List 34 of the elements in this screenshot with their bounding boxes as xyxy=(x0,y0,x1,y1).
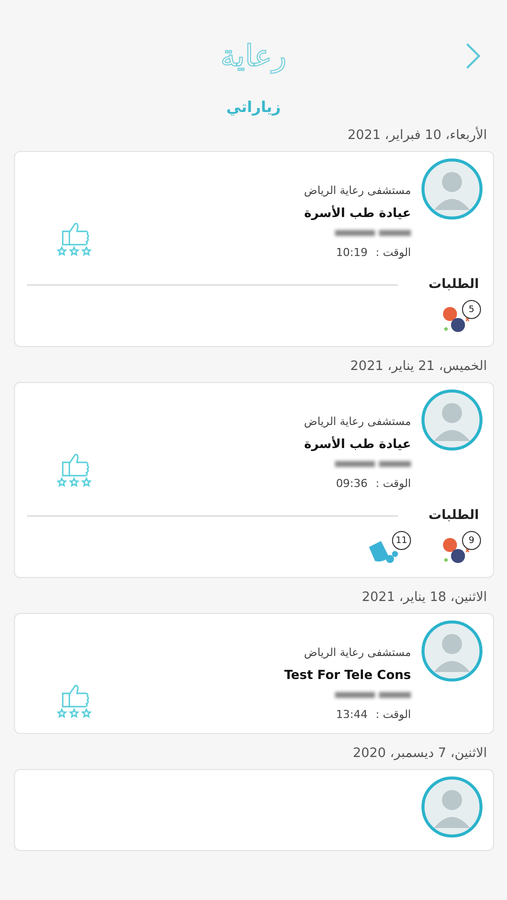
back-chevron-icon[interactable] xyxy=(465,42,481,70)
pills-icon[interactable] xyxy=(441,535,471,565)
visit-date: الاثنين، 18 يناير، 2021 xyxy=(360,589,488,607)
thumbs-up-stars-icon[interactable] xyxy=(57,682,95,718)
clinic-name: عيادة طب الأسرة xyxy=(304,436,411,451)
thumbs-up-stars-icon[interactable] xyxy=(57,451,95,487)
hospital-name: مستشفى رعاية الرياض xyxy=(304,646,411,659)
count-badge: 5 xyxy=(462,300,481,319)
visit-time: 13:44 xyxy=(336,708,368,721)
visit-date: الاثنين، 7 ديسمبر، 2020 xyxy=(352,745,488,763)
visit-date: الأربعاء، 10 فبراير، 2021 xyxy=(346,126,488,145)
requests-label: الطلبات xyxy=(427,508,480,523)
count-badge: 9 xyxy=(462,531,481,550)
time-label: الوقت : xyxy=(376,477,411,490)
hospital-name: مستشفى رعاية الرياض xyxy=(304,184,411,197)
visit-time: 10:19 xyxy=(336,246,368,259)
visit-time: 09:36 xyxy=(336,477,368,490)
requests-label: الطلبات xyxy=(427,277,480,292)
time-label: الوقت : xyxy=(376,708,411,721)
clinic-name: Test For Tele Cons xyxy=(284,667,411,682)
app-logo: رعاية xyxy=(220,38,286,74)
count-badge: 11 xyxy=(392,531,411,550)
avatar xyxy=(421,776,483,838)
visit-date: الخميس، 21 يناير، 2021 xyxy=(349,358,488,376)
avatar xyxy=(421,389,483,451)
avatar xyxy=(421,158,483,220)
clinic-name: عيادة طب الأسرة xyxy=(304,205,411,220)
visit-card[interactable] xyxy=(14,769,494,851)
page-title: زياراتي xyxy=(225,98,282,116)
hospital-name: مستشفى رعاية الرياض xyxy=(304,415,411,428)
time-label: الوقت : xyxy=(376,246,411,259)
thumbs-up-stars-icon[interactable] xyxy=(57,220,95,256)
avatar xyxy=(421,620,483,682)
pills-icon[interactable] xyxy=(441,304,471,334)
